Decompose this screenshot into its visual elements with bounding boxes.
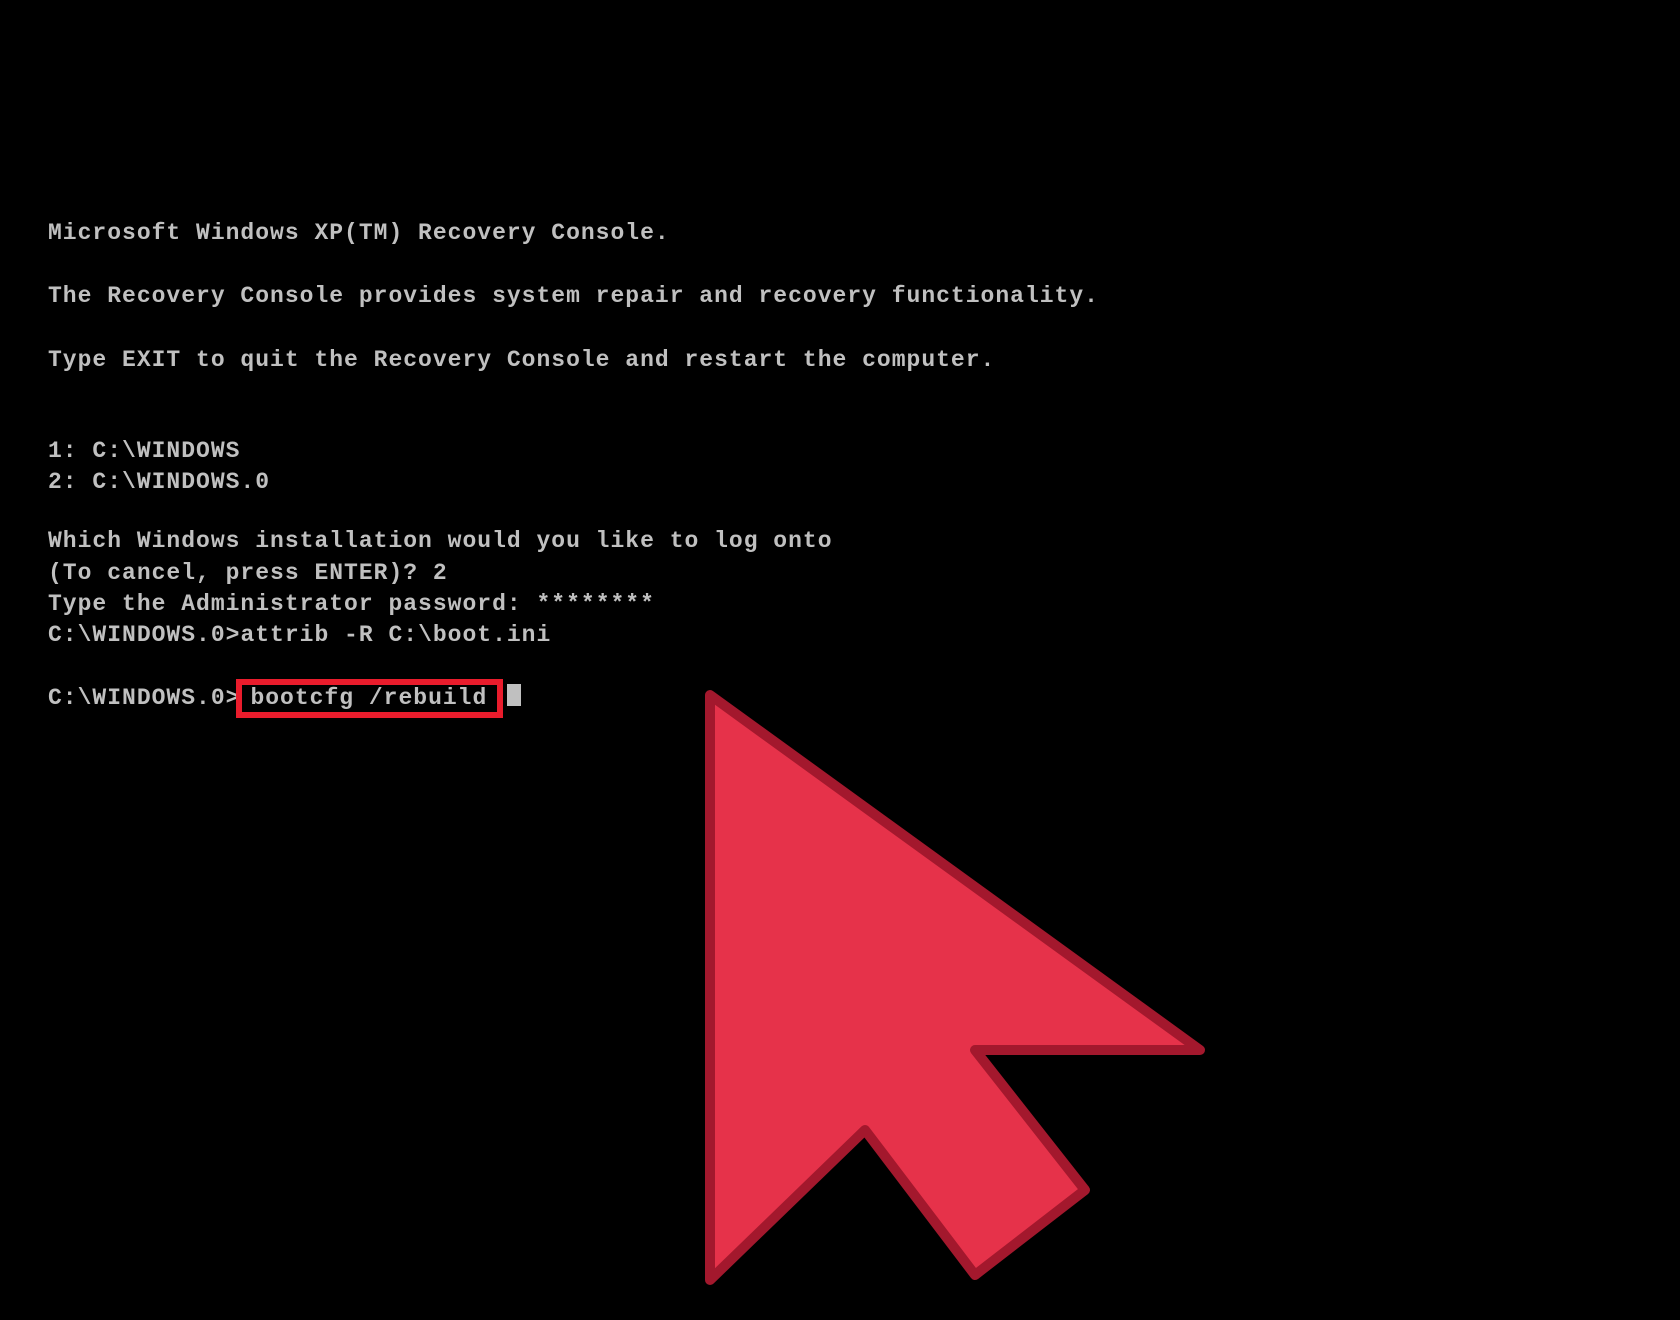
prev-command: attrib -R C:\boot.ini xyxy=(240,622,551,648)
text-cursor xyxy=(507,684,521,706)
password-prompt-text: Type the Administrator password: xyxy=(48,591,536,617)
recovery-console-output: Microsoft Windows XP(TM) Recovery Consol… xyxy=(0,0,1680,718)
curr-prompt: C:\WINDOWS.0> xyxy=(48,685,240,711)
console-description: The Recovery Console provides system rep… xyxy=(48,281,1680,312)
cancel-answer: 2 xyxy=(433,560,448,586)
current-command-line[interactable]: C:\WINDOWS.0>bootcfg /rebuild xyxy=(48,679,1680,718)
which-install-prompt: Which Windows installation would you lik… xyxy=(48,526,1680,557)
prev-prompt: C:\WINDOWS.0> xyxy=(48,622,240,648)
cancel-line: (To cancel, press ENTER)? 2 xyxy=(48,558,1680,589)
password-line: Type the Administrator password: *******… xyxy=(48,589,1680,620)
highlighted-command: bootcfg /rebuild xyxy=(236,679,503,718)
previous-command-line: C:\WINDOWS.0>attrib -R C:\boot.ini xyxy=(48,620,1680,651)
console-title: Microsoft Windows XP(TM) Recovery Consol… xyxy=(48,218,1680,249)
cancel-prompt-text: (To cancel, press ENTER)? xyxy=(48,560,433,586)
password-masked: ******** xyxy=(536,591,654,617)
install-option-2: 2: C:\WINDOWS.0 xyxy=(48,467,1680,498)
exit-instruction: Type EXIT to quit the Recovery Console a… xyxy=(48,345,1680,376)
annotation-arrow-cursor-icon xyxy=(670,680,1290,1320)
install-option-1: 1: C:\WINDOWS xyxy=(48,436,1680,467)
